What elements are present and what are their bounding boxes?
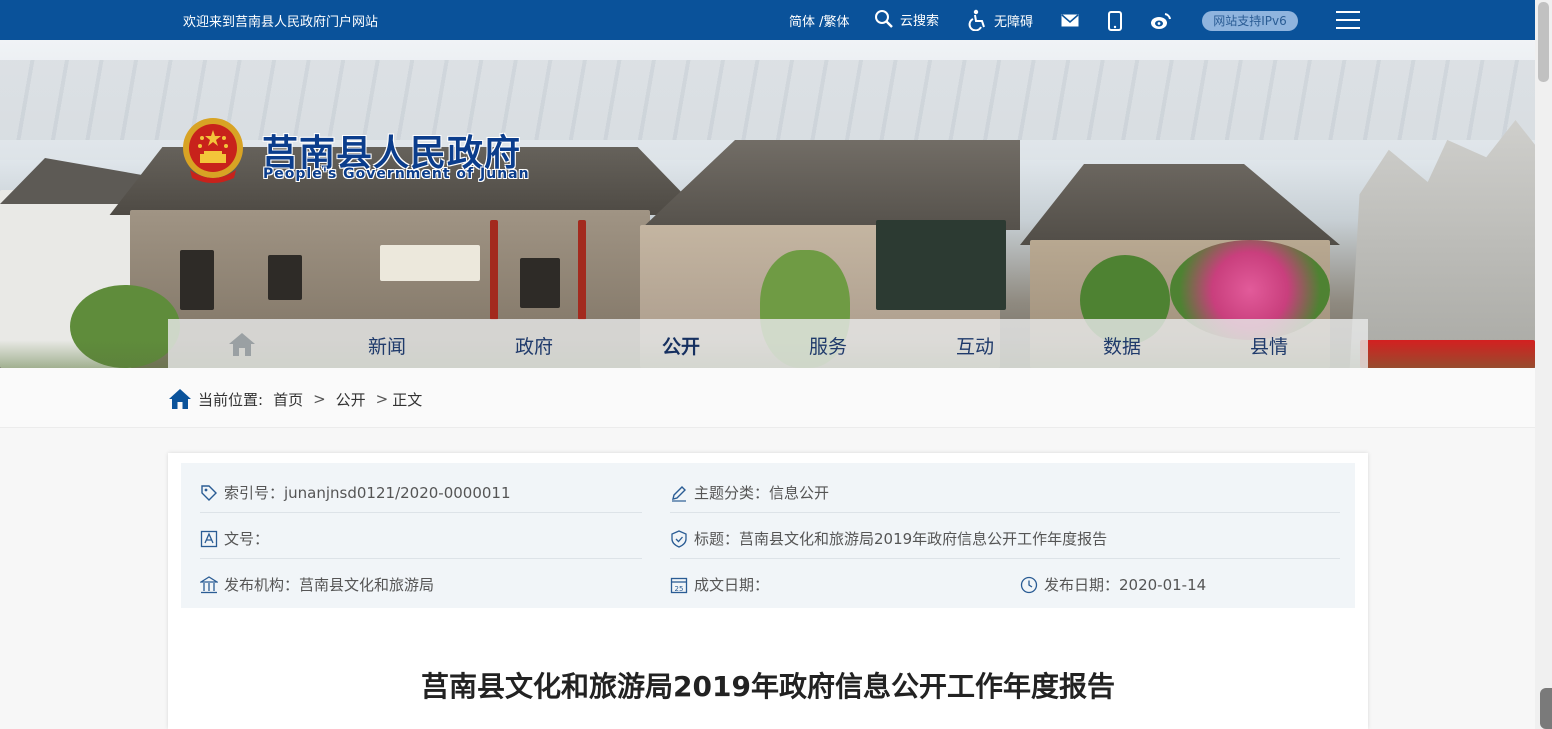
calendar-day: 25 bbox=[675, 585, 684, 593]
tag-icon bbox=[201, 484, 217, 501]
ipv6-badge: 网站支持IPv6 bbox=[1202, 11, 1298, 31]
breadcrumb: 当前位置: 首页 > 公开 > 正文 bbox=[168, 388, 422, 410]
meta-title: 标题：莒南县文化和旅游局2019年政府信息公开工作年度报告 bbox=[670, 528, 1107, 549]
mail-icon[interactable] bbox=[1061, 14, 1079, 27]
welcome-text: 欢迎来到莒南县人民政府门户网站 bbox=[183, 15, 379, 30]
national-emblem-icon bbox=[183, 118, 243, 183]
breadcrumb-separator: > bbox=[375, 390, 389, 408]
breadcrumb-current: 正文 bbox=[392, 390, 423, 409]
home-icon bbox=[169, 389, 191, 409]
home-icon[interactable] bbox=[228, 331, 256, 357]
calendar-icon: 25 bbox=[670, 577, 688, 593]
nav-item-public[interactable]: 公开 bbox=[662, 332, 700, 359]
nav-item-service[interactable]: 服务 bbox=[809, 332, 847, 359]
search-icon bbox=[875, 10, 893, 28]
breadcrumb-prefix: 当前位置: bbox=[198, 390, 264, 409]
breadcrumb-home-link[interactable]: 首页 bbox=[273, 389, 303, 410]
nav-item-county-info[interactable]: 县情 bbox=[1250, 332, 1288, 359]
page-scrollbar[interactable] bbox=[1535, 0, 1552, 729]
article-card: 索引号：junanjnsd0121/2020-0000011 主题分类：信息公开… bbox=[168, 453, 1368, 729]
institution-icon bbox=[200, 575, 218, 593]
meta-written-date: 25 成文日期： bbox=[670, 574, 769, 595]
search-link[interactable]: 云搜索 bbox=[874, 9, 939, 29]
wheelchair-icon bbox=[968, 9, 985, 31]
meta-org: 发布机构：莒南县文化和旅游局 bbox=[200, 574, 434, 595]
article-meta: 索引号：junanjnsd0121/2020-0000011 主题分类：信息公开… bbox=[181, 463, 1355, 608]
article-title: 莒南县文化和旅游局2019年政府信息公开工作年度报告 bbox=[421, 670, 1115, 703]
language-switch[interactable]: 简体 /繁体 bbox=[789, 11, 850, 30]
pencil-icon bbox=[672, 485, 686, 502]
meta-published-date: 发布日期：2020-01-14 bbox=[1020, 574, 1206, 595]
meta-docno: 文号： bbox=[200, 528, 269, 549]
clock-icon bbox=[1020, 576, 1038, 593]
top-bar: 欢迎来到莒南县人民政府门户网站 简体 /繁体 云搜索 无障碍 网站支持IPv6 bbox=[0, 0, 1535, 40]
document-number-icon bbox=[200, 530, 218, 547]
nav-item-interaction[interactable]: 互动 bbox=[956, 332, 994, 359]
scrollbar-thumb[interactable] bbox=[1538, 2, 1549, 82]
menu-icon[interactable] bbox=[1336, 11, 1360, 29]
accessibility-link[interactable]: 无障碍 bbox=[968, 9, 1033, 31]
nav-item-news[interactable]: 新闻 bbox=[368, 332, 406, 359]
meta-index: 索引号：junanjnsd0121/2020-0000011 bbox=[200, 482, 511, 503]
search-label: 云搜索 bbox=[900, 13, 940, 29]
nav-item-data[interactable]: 数据 bbox=[1103, 332, 1141, 359]
site-subtitle: People's Government of Junan bbox=[263, 166, 530, 182]
mobile-icon[interactable] bbox=[1108, 11, 1122, 31]
accessibility-label: 无障碍 bbox=[994, 14, 1034, 30]
main-nav: 新闻 政府 公开 服务 互动 数据 县情 bbox=[168, 319, 1368, 368]
weibo-icon[interactable] bbox=[1150, 12, 1172, 30]
nav-item-government[interactable]: 政府 bbox=[515, 332, 553, 359]
floating-side-button[interactable] bbox=[1540, 688, 1552, 729]
breadcrumb-section-link[interactable]: 公开 bbox=[336, 389, 366, 410]
shield-icon bbox=[671, 529, 687, 548]
breadcrumb-separator: > bbox=[313, 390, 326, 408]
meta-category: 主题分类：信息公开 bbox=[670, 482, 829, 503]
